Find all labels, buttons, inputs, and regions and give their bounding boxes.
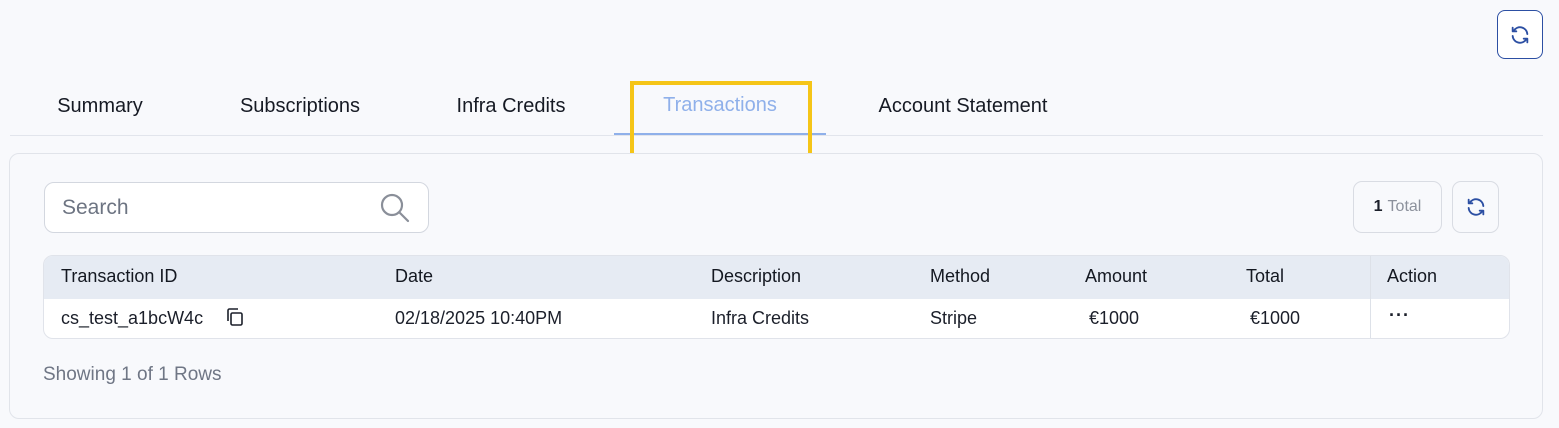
column-header-transaction-id[interactable]: Transaction ID (61, 266, 177, 287)
tab-transactions[interactable]: Transactions (614, 78, 826, 135)
total-label: Total (1387, 198, 1422, 215)
column-header-total[interactable]: Total (1246, 266, 1284, 287)
transactions-panel: 1 Total Transaction ID Date Description … (9, 153, 1543, 419)
description-cell: Infra Credits (711, 308, 810, 328)
tab-infra-credits[interactable]: Infra Credits (430, 78, 592, 135)
search-icon[interactable] (379, 192, 411, 224)
column-header-amount[interactable]: Amount (1085, 266, 1147, 287)
copy-icon[interactable] (226, 308, 244, 326)
tab-summary[interactable]: Summary (30, 78, 170, 135)
tab-subscriptions[interactable]: Subscriptions (210, 78, 390, 135)
search-box (44, 182, 429, 233)
column-header-method[interactable]: Method (930, 266, 990, 287)
date-cell: 02/18/2025 10:40PM (395, 308, 563, 328)
total-count-badge: 1 Total (1353, 181, 1442, 233)
column-header-action: Action (1387, 266, 1438, 286)
amount-cell: €1000 (1089, 308, 1140, 328)
method-cell: Stripe (930, 308, 978, 328)
page: Summary Subscriptions Infra Credits Tran… (0, 0, 1559, 428)
row-actions-button[interactable]: ··· (1389, 306, 1413, 330)
column-header-description[interactable]: Description (711, 266, 801, 287)
column-header-date[interactable]: Date (395, 266, 433, 287)
transaction-id-cell: cs_test_a1bcW4c (61, 308, 204, 328)
search-input[interactable] (45, 183, 365, 232)
transactions-table: Transaction ID Date Description Method A… (43, 255, 1510, 339)
refresh-icon (1467, 198, 1484, 216)
tab-bar: Summary Subscriptions Infra Credits Tran… (10, 78, 1543, 136)
total-cell: €1000 (1250, 308, 1301, 328)
refresh-icon (1511, 25, 1529, 44)
column-divider (1370, 256, 1371, 338)
rows-count-text: Showing 1 of 1 Rows (43, 364, 222, 385)
refresh-button[interactable] (1497, 10, 1543, 59)
total-count: 1 (1373, 198, 1383, 215)
tab-account-statement[interactable]: Account Statement (856, 78, 1070, 135)
table-refresh-button[interactable] (1452, 181, 1499, 233)
